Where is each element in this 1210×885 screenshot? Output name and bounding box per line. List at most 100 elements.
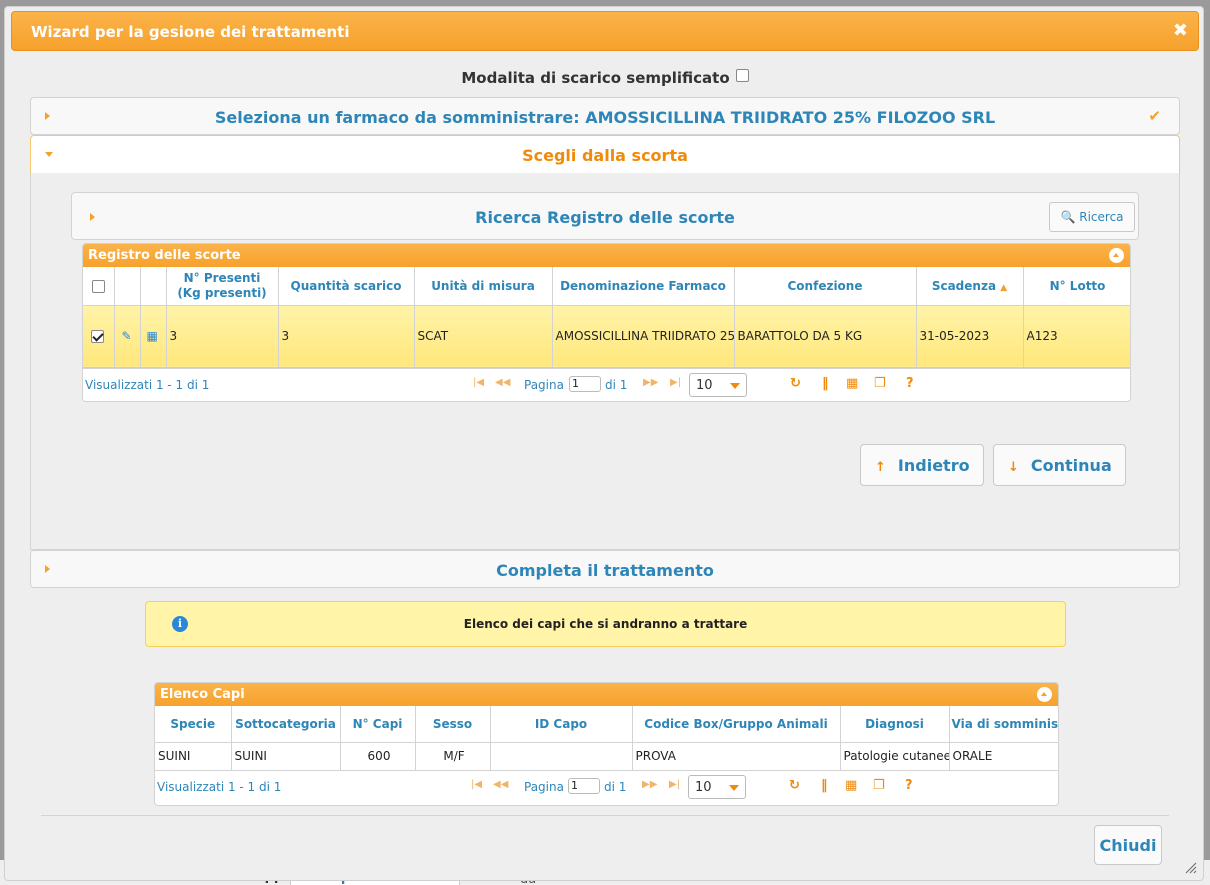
refresh-icon[interactable]: ↻ (790, 376, 801, 391)
sort-asc-icon: ▲ (1000, 282, 1008, 293)
popup-icon[interactable]: ❐ (873, 778, 885, 793)
columns-icon[interactable]: ‖ (821, 778, 828, 793)
collapse-grid-icon[interactable] (1109, 248, 1124, 263)
page-label: Pagina (524, 780, 564, 794)
stock-grid-pager: Visualizzati 1 - 1 di 1 |◀ ◀◀ Pagina 1 d… (83, 367, 1130, 400)
search-panel[interactable]: Ricerca Registro delle scorte 🔍 Ricerca (71, 192, 1139, 240)
select-all-checkbox[interactable] (91, 279, 105, 293)
search-panel-title: Ricerca Registro delle scorte (475, 208, 735, 227)
cell-specie: SUINI (155, 742, 232, 770)
col-lotto[interactable]: N° Lotto (1023, 267, 1130, 306)
next-page-icon[interactable]: ▶▶ (642, 779, 657, 790)
check-icon: ✔ (1148, 107, 1161, 125)
animals-grid-pager: Visualizzati 1 - 1 di 1 |◀ ◀◀ Pagina 1 d… (155, 770, 1058, 802)
back-button[interactable]: ↑ Indietro (860, 444, 984, 486)
col-ncapi[interactable]: N° Capi (340, 706, 416, 743)
cell-confezione: BARATTOLO DA 5 KG (734, 304, 917, 368)
table-row[interactable]: SUINI SUINI 600 M/F PROVA Patologie cuta… (155, 742, 1058, 770)
resize-handle-icon[interactable] (1185, 862, 1197, 874)
step-choose-stock[interactable]: Scegli dalla scorta (30, 135, 1180, 173)
col-sottocategoria[interactable]: Sottocategoria (231, 706, 341, 743)
search-icon: 🔍 (1060, 210, 1076, 224)
simplified-mode-checkbox[interactable] (735, 69, 749, 82)
cell-lotto: A123 (1023, 304, 1130, 368)
step-select-drug-label: Seleziona un farmaco da somministrare: A… (214, 108, 996, 127)
simplified-mode-label: Modalita di scarico semplificato (461, 69, 730, 87)
popup-icon[interactable]: ❐ (874, 376, 886, 391)
close-dialog-button[interactable]: Chiudi (1094, 825, 1162, 865)
cell-sottocategoria: SUINI (231, 742, 341, 770)
stock-grid-table: N° Presenti (Kg presenti) Quantità scari… (83, 267, 1130, 368)
search-button-label: Ricerca (1079, 210, 1124, 224)
page-size-select[interactable]: 10 (689, 372, 747, 397)
cell-idcapo (490, 742, 633, 770)
columns-icon[interactable]: ‖ (822, 376, 829, 391)
cell-codicebox: PROVA (632, 742, 841, 770)
continue-button[interactable]: ↓ Continua (993, 444, 1126, 486)
pager-info: Visualizzati 1 - 1 di 1 (85, 377, 210, 392)
last-page-icon[interactable]: ▶| (669, 779, 680, 790)
cell-sesso: M/F (415, 742, 491, 770)
last-page-icon[interactable]: ▶| (670, 377, 681, 388)
row-checkbox[interactable] (91, 330, 104, 343)
edit-icon[interactable]: ✎ (114, 304, 141, 368)
help-icon[interactable]: ? (905, 778, 913, 793)
col-idcapo[interactable]: ID Capo (490, 706, 633, 743)
step-choose-stock-label: Scegli dalla scorta (522, 146, 688, 165)
col-scadenza[interactable]: Scadenza ▲ (916, 267, 1024, 306)
cell-presenti: 3 (166, 304, 279, 368)
export-grid-icon[interactable]: ▦ (845, 778, 857, 793)
footer-divider (41, 815, 1169, 816)
page-label: Pagina (524, 377, 564, 392)
col-sesso[interactable]: Sesso (415, 706, 491, 743)
stock-grid-title: Registro delle scorte (88, 248, 241, 263)
step-complete-treatment[interactable]: Completa il trattamento (30, 550, 1180, 588)
step-complete-treatment-label: Completa il trattamento (496, 561, 714, 580)
prev-page-icon[interactable]: ◀◀ (493, 779, 508, 790)
info-banner-text: Elenco dei capi che si andranno a tratta… (463, 617, 748, 631)
col-codicebox[interactable]: Codice Box/Gruppo Animali (632, 706, 841, 743)
col-diagnosi[interactable]: Diagnosi (840, 706, 950, 743)
page-size-select[interactable]: 10 (688, 775, 746, 799)
export-grid-icon[interactable]: ▦ (846, 376, 858, 391)
help-icon[interactable]: ? (906, 376, 914, 391)
animals-grid-table: Specie Sottocategoria N° Capi Sesso ID C… (155, 706, 1058, 770)
prev-page-icon[interactable]: ◀◀ (495, 377, 510, 388)
table-row[interactable]: ✎ ▦ 3 3 SCAT AMOSSICILLINA TRIIDRATO 25%… (83, 304, 1130, 368)
cell-diagnosi: Patologie cutanee (840, 742, 950, 770)
cell-ncapi: 600 (340, 742, 416, 770)
info-banner: i Elenco dei capi che si andranno a trat… (145, 601, 1066, 647)
cell-farmaco: AMOSSICILLINA TRIIDRATO 25% FILOZOO SRL (552, 304, 735, 368)
animals-grid-caption: Elenco Capi (155, 683, 1058, 706)
first-page-icon[interactable]: |◀ (473, 377, 484, 388)
pager-info: Visualizzati 1 - 1 di 1 (157, 780, 282, 794)
page-number-input[interactable]: 1 (568, 778, 600, 794)
wizard-dialog: Wizard per la gesione dei trattamenti ✖ … (4, 6, 1204, 881)
dialog-titlebar: Wizard per la gesione dei trattamenti ✖ (11, 11, 1199, 51)
col-unita[interactable]: Unità di misura (414, 267, 553, 306)
continue-button-label: Continua (1030, 456, 1112, 475)
arrow-down-icon: ↓ (1008, 460, 1019, 475)
cell-scadenza: 31-05-2023 (916, 304, 1024, 368)
dialog-title: Wizard per la gesione dei trattamenti (31, 23, 350, 41)
step-select-drug[interactable]: Seleziona un farmaco da somministrare: A… (30, 97, 1180, 135)
col-quantita[interactable]: Quantità scarico (278, 267, 415, 306)
animals-grid: Elenco Capi Specie Sottocategoria N° Cap… (154, 682, 1059, 806)
refresh-icon[interactable]: ↻ (789, 778, 800, 793)
col-farmaco[interactable]: Denominazione Farmaco (552, 267, 735, 306)
stock-grid-caption: Registro delle scorte (83, 244, 1130, 267)
col-via[interactable]: Via di somministrazione (949, 706, 1058, 743)
close-icon[interactable]: ✖ (1173, 20, 1188, 41)
animals-grid-title: Elenco Capi (160, 687, 245, 702)
page-number-input[interactable]: 1 (569, 375, 601, 392)
simplified-mode-row: Modalita di scarico semplificato (5, 69, 1205, 87)
calendar-icon[interactable]: ▦ (140, 304, 167, 368)
search-button[interactable]: 🔍 Ricerca (1049, 202, 1135, 232)
next-page-icon[interactable]: ▶▶ (643, 377, 658, 388)
collapse-grid-icon[interactable] (1037, 687, 1052, 702)
cell-unita: SCAT (414, 304, 553, 368)
col-presenti[interactable]: N° Presenti (Kg presenti) (166, 267, 279, 306)
first-page-icon[interactable]: |◀ (471, 779, 482, 790)
col-specie[interactable]: Specie (155, 706, 232, 743)
col-confezione[interactable]: Confezione (734, 267, 917, 306)
